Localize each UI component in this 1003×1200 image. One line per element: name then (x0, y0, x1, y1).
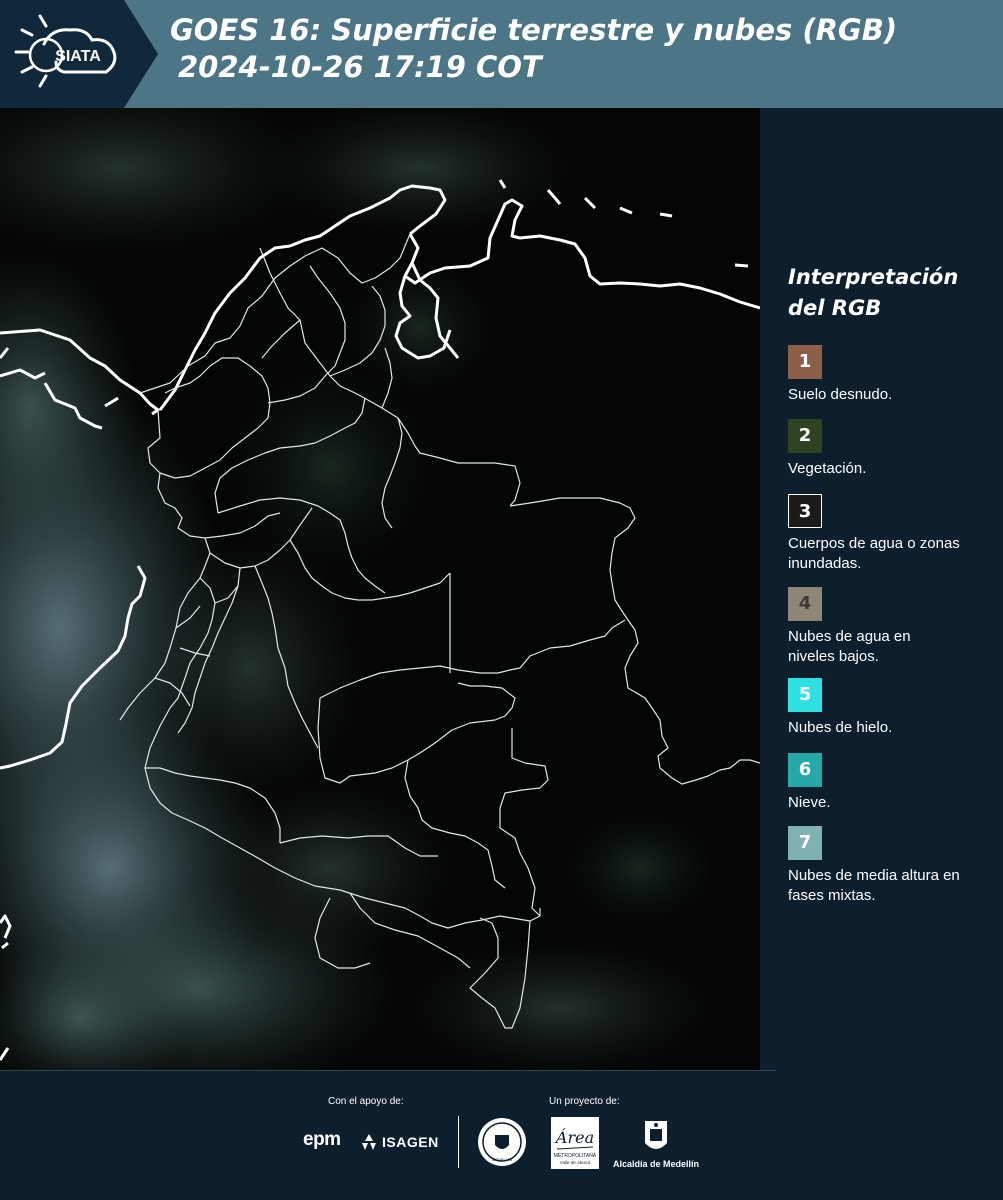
header-bar: SIATA GOES 16: Superficie terrestre y nu… (0, 0, 1003, 108)
isagen-icon (362, 1134, 376, 1150)
logo-text: SIATA (55, 48, 101, 65)
alcaldia-text: Alcaldía de Medellín (613, 1159, 700, 1169)
area-logo-title: Área (554, 1127, 594, 1147)
epm-logo: epm (303, 1129, 341, 1150)
legend-title: Interpretación del RGB (788, 262, 958, 324)
area-logo-sub2: Valle de Aburrá (560, 1160, 591, 1165)
legend-swatch-4: 4 (788, 587, 822, 621)
footer: Con el apoyo de: Un proyecto de: epm ISA… (0, 1070, 1003, 1200)
legend-label-1: Suelo desnudo. (788, 386, 893, 403)
legend-label-3: Cuerpos de agua o zonas inundadas. (788, 535, 960, 572)
footer-divider-line (0, 1070, 776, 1071)
legend-panel: Interpretación del RGB 1 Suelo desnudo. … (760, 108, 1003, 1070)
legend-item-3: 3 Cuerpos de agua o zonas inundadas. (788, 494, 968, 574)
area-metropolitana-logo: Área METROPOLITANA Valle de Aburrá (551, 1117, 599, 1169)
project-label: Un proyecto de: (549, 1096, 620, 1107)
isagen-text: ISAGEN (382, 1134, 439, 1150)
legend-label-2: Vegetación. (788, 460, 867, 477)
legend-label-4: Nubes de agua en niveles bajos. (788, 628, 911, 665)
legend-item-6: 6 Nieve. (788, 753, 988, 813)
legend-label-7: Nubes de media altura en fases mixtas. (788, 867, 960, 904)
legend-swatch-2: 2 (788, 419, 822, 453)
page-title: GOES 16: Superficie terrestre y nubes (R… (170, 12, 897, 86)
alcaldia-shield-icon (645, 1121, 667, 1149)
legend-swatch-7: 7 (788, 826, 822, 860)
siata-logo: SIATA (0, 0, 158, 108)
satellite-map (0, 108, 760, 1070)
seal-text: MEDELLÍN (492, 1157, 512, 1162)
legend-swatch-6: 6 (788, 753, 822, 787)
legend-item-4: 4 Nubes de agua en niveles bajos. (788, 587, 948, 667)
footer-vertical-divider (458, 1116, 459, 1168)
legend-title-line-1: Interpretación (788, 265, 959, 289)
university-seal-icon: MEDELLÍN (478, 1118, 526, 1166)
legend-item-5: 5 Nubes de hielo. (788, 678, 988, 738)
legend-item-1: 1 Suelo desnudo. (788, 345, 988, 405)
legend-label-5: Nubes de hielo. (788, 719, 893, 736)
legend-item-2: 2 Vegetación. (788, 419, 988, 479)
legend-item-7: 7 Nubes de media altura en fases mixtas. (788, 826, 978, 906)
legend-swatch-1: 1 (788, 345, 822, 379)
legend-label-6: Nieve. (788, 794, 831, 811)
legend-title-line-2: del RGB (788, 296, 882, 320)
isagen-logo: ISAGEN (358, 1132, 438, 1157)
title-line-1: GOES 16: Superficie terrestre y nubes (R… (170, 13, 898, 47)
title-line-2: 2024-10-26 17:19 COT (178, 50, 542, 84)
area-logo-sub1: METROPOLITANA (554, 1153, 597, 1159)
support-label: Con el apoyo de: (328, 1096, 404, 1107)
legend-swatch-3: 3 (788, 494, 822, 528)
legend-swatch-5: 5 (788, 678, 822, 712)
